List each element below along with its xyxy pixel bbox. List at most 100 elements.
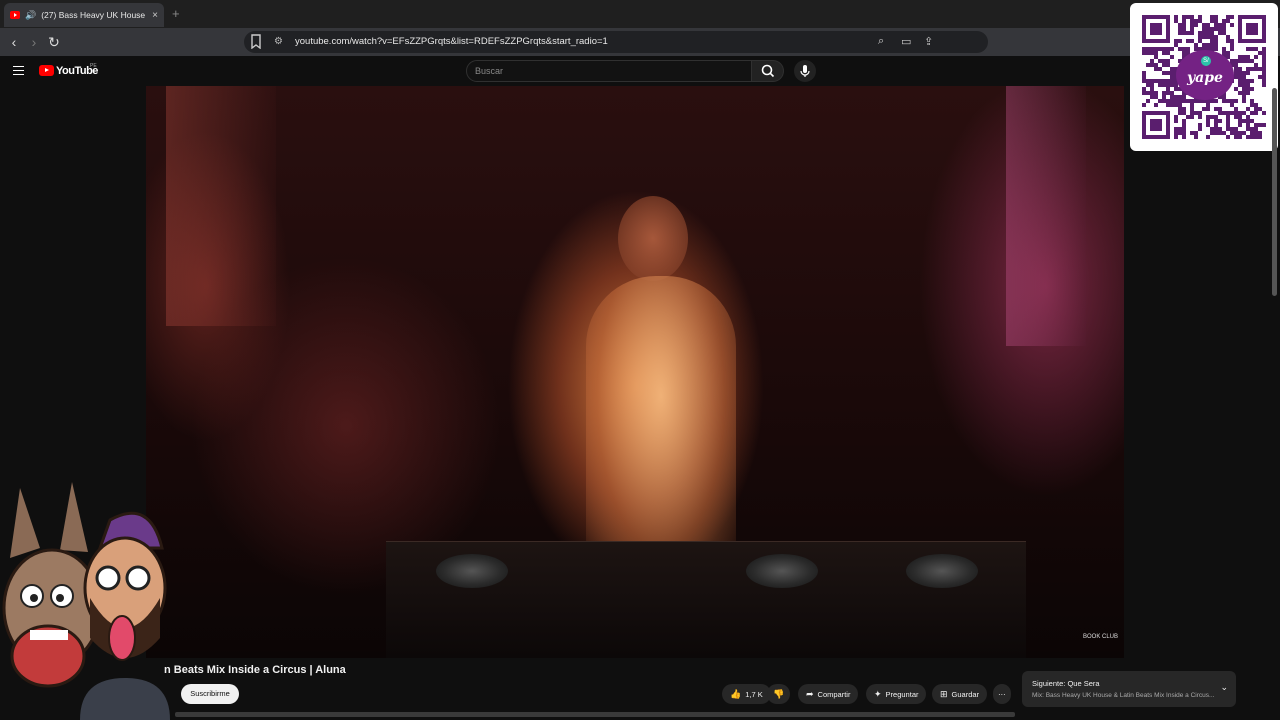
qr-module bbox=[1238, 119, 1242, 123]
site-settings-icon[interactable]: ⚙ bbox=[274, 36, 283, 47]
qr-module bbox=[1262, 79, 1266, 83]
qr-module bbox=[1206, 135, 1210, 139]
qr-module bbox=[1186, 15, 1190, 19]
tab-close-icon[interactable]: × bbox=[152, 10, 158, 21]
audio-playing-icon[interactable]: 🔊 bbox=[25, 10, 36, 21]
qr-module bbox=[1262, 71, 1266, 75]
curtain-right bbox=[1006, 86, 1086, 346]
qr-module bbox=[1182, 111, 1186, 115]
qr-module bbox=[1178, 131, 1182, 135]
qr-module bbox=[1214, 115, 1218, 119]
qr-module bbox=[1190, 99, 1194, 103]
qr-module bbox=[1142, 51, 1146, 55]
back-arrow-icon[interactable]: ‹ bbox=[6, 34, 22, 50]
new-tab-button[interactable]: + bbox=[172, 6, 180, 21]
qr-module bbox=[1166, 47, 1170, 51]
qr-module bbox=[1258, 51, 1262, 55]
qr-module bbox=[1238, 83, 1242, 87]
save-button[interactable]: ⊞ Guardar bbox=[932, 684, 988, 704]
qr-module bbox=[1254, 47, 1258, 51]
qr-module bbox=[1254, 67, 1258, 71]
qr-module bbox=[1174, 15, 1178, 19]
qr-module bbox=[1246, 59, 1250, 63]
qr-finder-pattern bbox=[1150, 23, 1162, 35]
qr-module bbox=[1262, 75, 1266, 79]
qr-module bbox=[1210, 35, 1214, 39]
address-bar[interactable]: ⚙ youtube.com/watch?v=EFsZZPGrqts&list=R… bbox=[244, 31, 988, 53]
qr-module bbox=[1214, 127, 1218, 131]
qr-module bbox=[1258, 67, 1262, 71]
qr-module bbox=[1150, 51, 1154, 55]
reload-icon[interactable]: ↻ bbox=[46, 34, 62, 50]
qr-module bbox=[1222, 31, 1226, 35]
more-actions-button[interactable]: ⋯ bbox=[993, 684, 1011, 704]
qr-finder-pattern bbox=[1150, 119, 1162, 131]
qr-module bbox=[1234, 63, 1238, 67]
qr-module bbox=[1162, 63, 1166, 67]
qr-module bbox=[1182, 23, 1186, 27]
qr-module bbox=[1230, 39, 1234, 43]
qr-module bbox=[1162, 83, 1166, 87]
qr-module bbox=[1214, 39, 1218, 43]
search-icon bbox=[761, 64, 775, 78]
qr-module bbox=[1166, 99, 1170, 103]
qr-module bbox=[1170, 71, 1174, 75]
subscribe-button[interactable]: Suscribirme bbox=[181, 684, 239, 704]
qr-module bbox=[1150, 83, 1154, 87]
voice-search-button[interactable] bbox=[794, 60, 816, 82]
qr-module bbox=[1222, 23, 1226, 27]
page-scrollbar[interactable] bbox=[1272, 88, 1277, 296]
menu-icon[interactable] bbox=[13, 66, 24, 75]
search-button[interactable] bbox=[752, 60, 784, 82]
qr-module bbox=[1214, 131, 1218, 135]
install-app-icon[interactable]: ▭ bbox=[901, 35, 911, 48]
url-text[interactable]: youtube.com/watch?v=EFsZZPGrqts&list=RDE… bbox=[295, 36, 608, 47]
qr-module bbox=[1214, 107, 1218, 111]
search-input[interactable]: Buscar bbox=[466, 60, 752, 82]
forward-arrow-icon[interactable]: › bbox=[26, 34, 42, 50]
qr-module bbox=[1146, 83, 1150, 87]
ask-button[interactable]: ✦ Preguntar bbox=[866, 684, 927, 704]
share-icon[interactable]: ⇪ bbox=[924, 35, 933, 48]
like-button[interactable]: 👍 1,7 K bbox=[722, 684, 771, 704]
qr-module bbox=[1150, 79, 1154, 83]
qr-module bbox=[1242, 87, 1246, 91]
bookmark-icon[interactable] bbox=[250, 34, 262, 49]
qr-module bbox=[1234, 67, 1238, 71]
dj-console bbox=[386, 541, 1026, 658]
qr-module bbox=[1214, 15, 1218, 19]
qr-module bbox=[1214, 99, 1218, 103]
qr-module bbox=[1262, 47, 1266, 51]
zoom-icon[interactable]: ⌕ bbox=[878, 35, 884, 48]
qr-module bbox=[1258, 135, 1262, 139]
up-next-card[interactable]: Siguiente: Que Sera Mix: Bass Heavy UK H… bbox=[1022, 671, 1236, 707]
qr-module bbox=[1230, 43, 1234, 47]
qr-module bbox=[1170, 75, 1174, 79]
qr-module bbox=[1210, 27, 1214, 31]
qr-module bbox=[1262, 83, 1266, 87]
qr-module bbox=[1262, 55, 1266, 59]
up-next-label: Siguiente: Que Sera bbox=[1032, 679, 1100, 688]
qr-module bbox=[1162, 99, 1166, 103]
qr-module bbox=[1154, 47, 1158, 51]
chevron-down-icon[interactable]: ⌄ bbox=[1220, 682, 1228, 693]
qr-module bbox=[1186, 99, 1190, 103]
qr-module bbox=[1246, 107, 1250, 111]
qr-module bbox=[1246, 87, 1250, 91]
qr-module bbox=[1246, 47, 1250, 51]
qr-module bbox=[1238, 79, 1242, 83]
qr-module bbox=[1238, 71, 1242, 75]
browser-tab[interactable]: 🔊 (27) Bass Heavy UK House & × bbox=[4, 3, 164, 27]
share-button[interactable]: ➦ Compartir bbox=[798, 684, 859, 704]
qr-module bbox=[1262, 63, 1266, 67]
qr-module bbox=[1182, 119, 1186, 123]
qr-module bbox=[1254, 111, 1258, 115]
dislike-button[interactable]: 👎 bbox=[767, 684, 791, 704]
qr-module bbox=[1182, 127, 1186, 131]
youtube-logo-icon[interactable] bbox=[39, 65, 54, 76]
qr-module bbox=[1226, 127, 1230, 131]
qr-module bbox=[1250, 103, 1254, 107]
qr-module bbox=[1206, 23, 1210, 27]
video-player[interactable]: BOOK CLUB bbox=[146, 86, 1124, 658]
qr-module bbox=[1246, 71, 1250, 75]
